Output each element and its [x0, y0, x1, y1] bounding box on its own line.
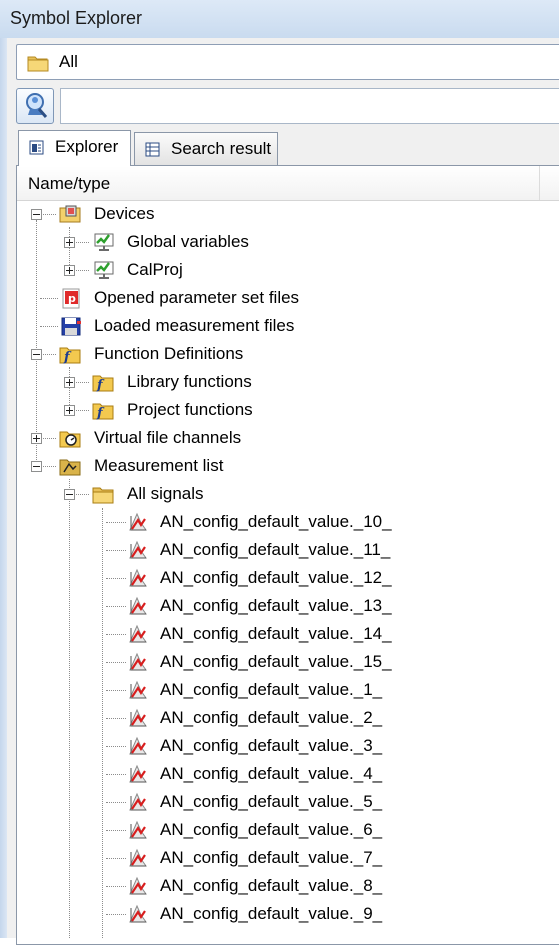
tab-explorer-label: Explorer	[55, 137, 119, 156]
column-separator[interactable]	[539, 166, 540, 200]
window-frame	[0, 38, 7, 938]
table-icon	[145, 142, 160, 162]
filter-value: All	[59, 52, 78, 71]
title-bar: Symbol Explorer	[0, 0, 559, 38]
column-header-name-type[interactable]: Name/type	[17, 166, 559, 201]
tab-explorer[interactable]: Explorer	[18, 130, 131, 166]
tab-search-result[interactable]: Search result	[134, 132, 278, 165]
search-button[interactable]	[16, 88, 54, 124]
window-title: Symbol Explorer	[10, 8, 143, 28]
column-header-label: Name/type	[28, 174, 111, 193]
tab-search-result-label: Search result	[171, 139, 272, 158]
explorer-icon	[29, 140, 44, 160]
filter-dropdown[interactable]: All	[16, 44, 559, 80]
folder-icon	[27, 54, 49, 77]
search-icon	[26, 93, 48, 118]
search-input[interactable]	[60, 88, 559, 124]
